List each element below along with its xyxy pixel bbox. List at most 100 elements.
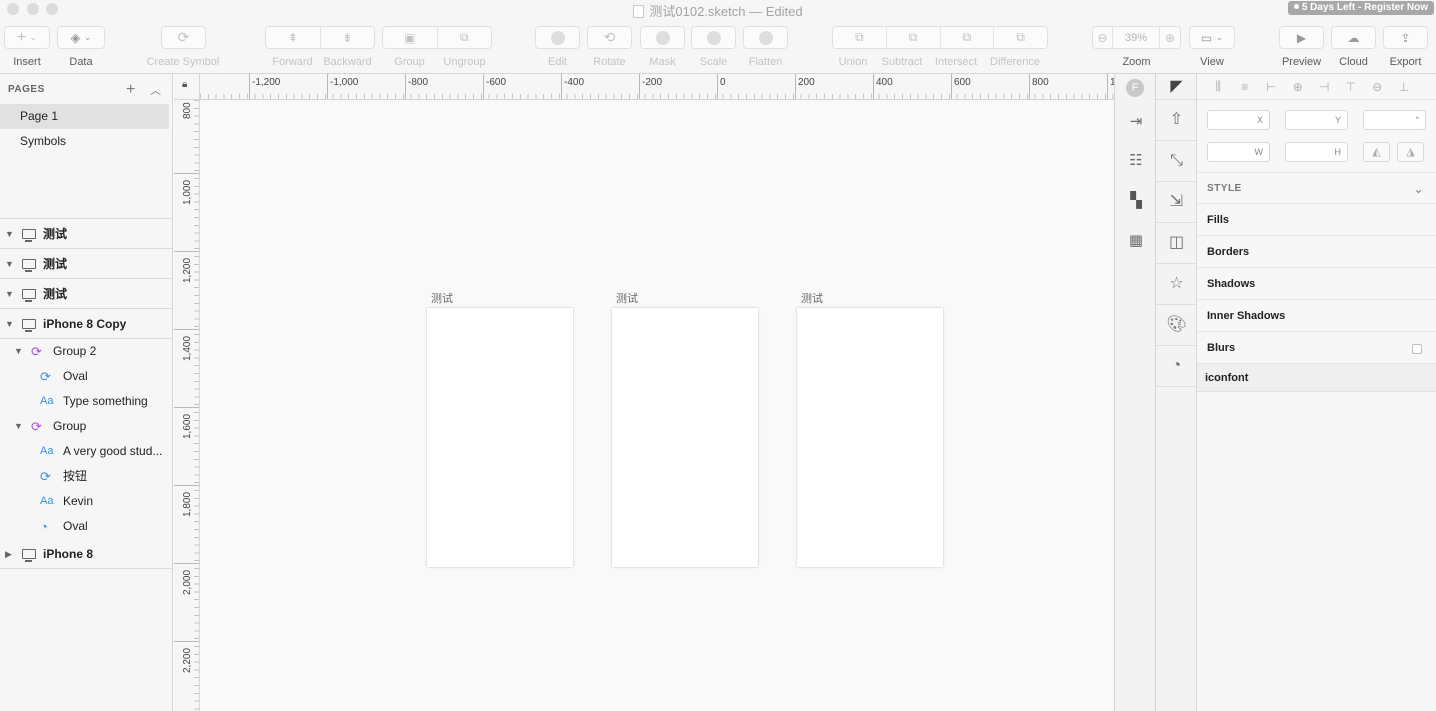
layer-artboard[interactable]: ▼ iPhone 8 Copy (0, 309, 172, 339)
flip-horizontal-button[interactable]: ◭ (1363, 142, 1390, 162)
edit-button[interactable] (535, 26, 580, 49)
y-field[interactable]: Y (1285, 110, 1348, 130)
cloud-button[interactable]: ☁ (1331, 26, 1376, 49)
style-header[interactable]: STYLE ⌄ (1197, 172, 1436, 204)
align-left-icon[interactable]: ⊢ (1258, 80, 1285, 94)
view-button[interactable]: ▭ ⌄ (1189, 26, 1235, 49)
zoom-in-button[interactable]: ⊕ (1160, 27, 1180, 48)
insert-button[interactable]: + ⌄ (4, 26, 50, 49)
page-item[interactable]: Page 1 (0, 104, 169, 129)
rotation-field[interactable]: ° (1363, 110, 1426, 130)
distribute-vertical-icon[interactable]: ≡ (1232, 80, 1259, 94)
ruler-major-tick (717, 74, 718, 99)
artboard-icon (22, 259, 36, 272)
height-field[interactable]: H (1285, 142, 1348, 162)
artboard-title[interactable]: 测试 (431, 290, 453, 306)
width-field[interactable]: W (1207, 142, 1270, 162)
collapse-pages-icon[interactable]: ︿ (150, 82, 162, 98)
scale-button[interactable] (691, 26, 736, 49)
lock-icon: 🔒︎ (182, 79, 188, 90)
borders-section[interactable]: Borders (1197, 236, 1436, 268)
edited-status: — Edited (749, 4, 803, 19)
upload-icon[interactable]: ⇧ (1156, 100, 1197, 141)
layer-item[interactable]: ▼ ⟳ Group (0, 414, 172, 439)
align-bottom-icon[interactable]: ⊥ (1391, 80, 1418, 94)
distribute-horizontal-icon[interactable]: ⫼ (1205, 79, 1232, 94)
mask-button[interactable] (640, 26, 685, 49)
export-button[interactable]: ⇪ (1383, 26, 1428, 49)
layer-item[interactable]: Aa Type something (0, 389, 172, 414)
zoom-value[interactable]: 39% (1113, 27, 1160, 48)
disclosure-expanded-icon[interactable]: ▼ (5, 309, 14, 338)
table-icon[interactable]: ▦ (1126, 231, 1146, 251)
grid-tiles-icon[interactable]: ▚ (1126, 191, 1146, 211)
fontawesome-plugin-icon[interactable]: F (1126, 79, 1144, 97)
inner-shadows-section[interactable]: Inner Shadows (1197, 300, 1436, 332)
intersect-button[interactable]: ⧉ (941, 27, 995, 48)
layer-item[interactable]: ◔ Oval (0, 514, 172, 539)
layout-icon[interactable]: ⇲ (1156, 182, 1197, 223)
rotate-button[interactable]: ⟲ (587, 26, 632, 49)
export-frame-icon[interactable]: ⇥ (1126, 112, 1146, 132)
difference-button[interactable]: ⧉ (994, 27, 1047, 48)
fills-section[interactable]: Fills (1197, 204, 1436, 236)
layer-item[interactable]: Aa Kevin (0, 489, 172, 514)
pie-chart-icon[interactable]: ◔ (1156, 346, 1197, 387)
align-middle-icon[interactable]: ⊖ (1364, 80, 1391, 94)
horizontal-ruler[interactable]: -1,200 -1,000 -800 -600 -400 -200 0 200 400 600 80… (200, 74, 1114, 100)
layer-artboard[interactable]: ▼ 测试 (0, 279, 172, 309)
forward-label: Forward (272, 56, 313, 68)
layer-item[interactable]: ⟳ 按钮 (0, 464, 172, 489)
page-item[interactable]: Symbols (0, 129, 172, 154)
forward-button[interactable]: ⇞ (266, 27, 321, 48)
layer-artboard[interactable]: ▼ 测试 (0, 219, 172, 249)
backward-button[interactable]: ⇟ (321, 27, 375, 48)
blur-checkbox[interactable] (1412, 344, 1422, 354)
group-button[interactable]: ▣ (383, 27, 438, 48)
design-tab-icon[interactable]: ◤ (1156, 74, 1197, 100)
iconfont-section[interactable]: iconfont (1197, 364, 1436, 392)
zoom-out-button[interactable]: ⊖ (1093, 27, 1113, 48)
flip-vertical-button[interactable]: ◮ (1397, 142, 1424, 162)
artboard-title[interactable]: 测试 (801, 290, 823, 306)
trial-badge[interactable]: 5 Days Left - Register Now (1287, 1, 1434, 15)
canvas[interactable]: 测试 测试 测试 (200, 100, 1114, 711)
vertical-ruler[interactable]: 800 1,000 1,200 1,400 1,600 1,800 2,000 2,200 (174, 100, 200, 711)
union-button[interactable]: ⧉ (833, 27, 887, 48)
disclosure-expanded-icon[interactable]: ▼ (5, 219, 14, 248)
disclosure-expanded-icon[interactable]: ▼ (14, 414, 23, 439)
data-button[interactable]: ◈ ⌄ (57, 26, 105, 49)
star-frame-icon[interactable]: ☆ (1156, 264, 1197, 305)
disclosure-collapsed-icon[interactable]: ▶ (5, 539, 12, 568)
x-field[interactable]: X (1207, 110, 1270, 130)
align-right-icon[interactable]: ⊣ (1311, 80, 1338, 94)
artboard[interactable] (797, 308, 943, 567)
ungroup-button[interactable]: ⧉ (438, 27, 492, 48)
layer-artboard[interactable]: ▼ 测试 (0, 249, 172, 279)
artboard[interactable] (612, 308, 758, 567)
disclosure-expanded-icon[interactable]: ▼ (5, 279, 14, 308)
preview-button[interactable]: ▶ (1279, 26, 1324, 49)
artboard[interactable] (427, 308, 573, 567)
align-top-icon[interactable]: ⊤ (1338, 80, 1365, 94)
ruler-label: 0 (720, 77, 726, 88)
add-page-icon[interactable]: + (126, 81, 136, 99)
align-center-icon[interactable]: ⊕ (1285, 80, 1312, 94)
blurs-section[interactable]: Blurs (1197, 332, 1436, 364)
layer-item[interactable]: Aa A very good stud... (0, 439, 172, 464)
ruler-lock[interactable]: 🔒︎ (174, 74, 200, 100)
disclosure-expanded-icon[interactable]: ▼ (14, 339, 23, 364)
layer-artboard[interactable]: ▶ iPhone 8 (0, 539, 172, 569)
shadows-section[interactable]: Shadows (1197, 268, 1436, 300)
panel-layout-icon[interactable]: ◫ (1156, 223, 1197, 264)
subtract-button[interactable]: ⧉ (887, 27, 941, 48)
list-icon[interactable]: ☷ (1126, 151, 1146, 171)
resize-icon[interactable]: ⤡ (1156, 141, 1197, 182)
layer-item[interactable]: ▼ ⟳ Group 2 (0, 339, 172, 364)
artboard-title[interactable]: 测试 (616, 290, 638, 306)
create-symbol-button[interactable]: ⟳ (161, 26, 206, 49)
disclosure-expanded-icon[interactable]: ▼ (5, 249, 14, 278)
flatten-button[interactable] (743, 26, 788, 49)
layer-item[interactable]: ⟳ Oval (0, 364, 172, 389)
palette-icon[interactable]: 🎨︎ (1156, 305, 1197, 346)
